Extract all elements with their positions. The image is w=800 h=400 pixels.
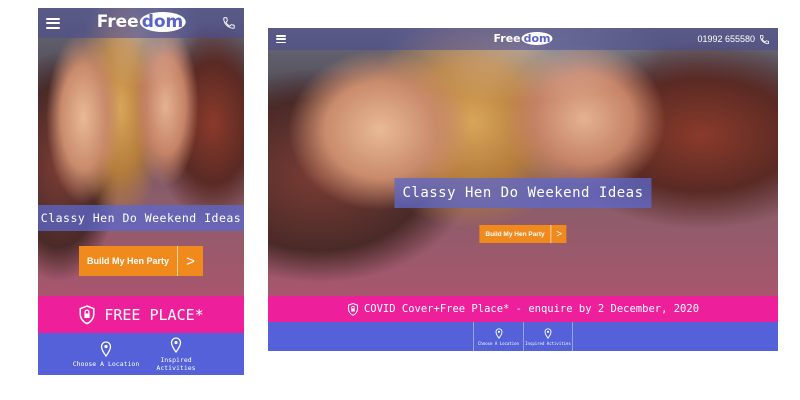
mobile-header: Free dom [38, 8, 244, 38]
phone-link[interactable]: 01992 655580 [697, 34, 770, 45]
cta-label: Build My Hen Party [86, 256, 170, 266]
shield-icon [78, 304, 96, 325]
shield-icon [347, 302, 359, 316]
nav-choose-location[interactable]: Choose A Location [473, 322, 523, 351]
mobile-nav: Choose A Location Inspired Activities [38, 333, 244, 375]
nav-label: Inspired Activities [525, 340, 571, 346]
map-pin-icon [100, 340, 112, 357]
build-hen-party-button[interactable]: Build My Hen Party > [479, 225, 567, 243]
map-pin-icon [544, 327, 552, 339]
phone-icon [222, 16, 236, 30]
phone-link[interactable] [222, 16, 236, 30]
phone-number: 01992 655580 [697, 34, 755, 44]
logo-prefix: Free [493, 32, 521, 45]
menu-icon[interactable] [46, 17, 60, 29]
chevron-right-icon: > [550, 225, 567, 243]
nav-label: Choose A Location [478, 340, 519, 346]
banner-text: COVID Cover+Free Place* - enquire by 2 D… [363, 303, 700, 315]
nav-choose-location[interactable]: Choose A Location [71, 333, 141, 375]
map-pin-icon [495, 327, 503, 339]
hero-headline: Classy Hen Do Weekend Ideas [394, 178, 652, 208]
chevron-right-icon: > [177, 246, 203, 276]
nav-inspired-activities[interactable]: Inspired Activities [523, 322, 573, 351]
mobile-preview: Free dom Classy Hen Do Weekend Ideas Buil… [38, 8, 244, 375]
nav-label: Choose A Location [72, 359, 140, 368]
nav-label: Inspired Activities [156, 355, 196, 372]
hero-photo [268, 28, 778, 296]
desktop-header: Free dom 01992 655580 [268, 28, 778, 50]
phone-icon [759, 34, 770, 45]
desktop-nav: Choose A Location Inspired Activities [268, 322, 778, 351]
logo-suffix: dom [139, 12, 186, 32]
logo-prefix: Free [96, 12, 139, 32]
free-place-banner[interactable]: FREE PLACE* [38, 296, 244, 333]
banner-text: FREE PLACE* [104, 305, 204, 324]
freedom-logo[interactable]: Free dom [493, 32, 553, 45]
cta-label: Build My Hen Party [485, 230, 545, 238]
menu-icon[interactable] [276, 35, 286, 43]
freedom-logo[interactable]: Free dom [97, 12, 186, 32]
desktop-preview: Free dom 01992 655580 Classy Hen Do Weeke… [268, 28, 778, 351]
build-hen-party-button[interactable]: Build My Hen Party > [78, 246, 204, 276]
hero-headline: Classy Hen Do Weekend Ideas [38, 205, 244, 231]
covid-cover-banner[interactable]: COVID Cover+Free Place* - enquire by 2 D… [268, 296, 778, 322]
map-pin-icon [170, 336, 182, 353]
logo-suffix: dom [521, 32, 553, 45]
nav-inspired-activities[interactable]: Inspired Activities [141, 333, 211, 375]
